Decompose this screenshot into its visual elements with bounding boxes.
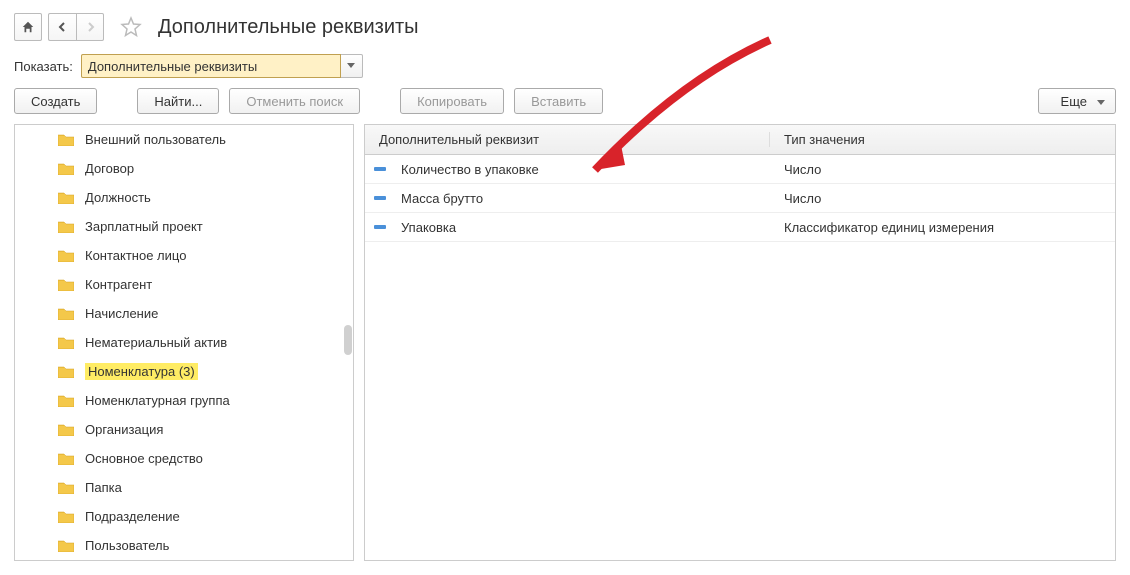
row-name: Количество в упаковке (395, 162, 770, 177)
folder-icon (57, 162, 75, 175)
tree-item[interactable]: Основное средство (15, 444, 353, 473)
folder-icon (57, 278, 75, 291)
tree-item[interactable]: Номенклатура (3) (15, 357, 353, 386)
tree-item-label: Начисление (85, 306, 158, 321)
page-title: Дополнительные реквизиты (158, 16, 419, 39)
attribute-icon (365, 167, 395, 171)
tree-item[interactable]: Должность (15, 183, 353, 212)
more-button[interactable]: Еще (1038, 88, 1116, 114)
forward-button[interactable] (76, 13, 104, 41)
copy-button[interactable]: Копировать (400, 88, 504, 114)
column-header-type[interactable]: Тип значения (770, 132, 1115, 147)
tree-item[interactable]: Нематериальный актив (15, 328, 353, 357)
folder-icon (57, 394, 75, 407)
home-button[interactable] (14, 13, 42, 41)
folder-icon (57, 481, 75, 494)
folder-icon (57, 307, 75, 320)
filter-dropdown-field[interactable]: Дополнительные реквизиты (81, 54, 341, 78)
tree-item-label: Контактное лицо (85, 248, 186, 263)
chevron-down-icon (347, 63, 355, 69)
tree-item-label: Пользователь (85, 538, 169, 553)
tree-item-label: Номенклатура (3) (85, 363, 198, 380)
folder-icon (57, 336, 75, 349)
find-button[interactable]: Найти... (137, 88, 219, 114)
tree-item[interactable]: Номенклатурная группа (15, 386, 353, 415)
tree-item-label: Основное средство (85, 451, 203, 466)
tree-item[interactable]: Зарплатный проект (15, 212, 353, 241)
tree-item-label: Договор (85, 161, 134, 176)
tree-item-label: Должность (85, 190, 151, 205)
tree-item[interactable]: Организация (15, 415, 353, 444)
arrow-left-icon (57, 21, 69, 33)
tree-item[interactable]: Договор (15, 154, 353, 183)
folder-icon (57, 423, 75, 436)
tree-item-label: Внешний пользователь (85, 132, 226, 147)
row-type: Число (770, 191, 1115, 206)
more-button-label: Еще (1061, 94, 1087, 109)
row-name: Упаковка (395, 220, 770, 235)
row-name: Масса брутто (395, 191, 770, 206)
tree-item[interactable]: Контактное лицо (15, 241, 353, 270)
folder-icon (57, 452, 75, 465)
tree-item-label: Папка (85, 480, 122, 495)
arrow-right-icon (84, 21, 96, 33)
table-header: Дополнительный реквизит Тип значения (365, 125, 1115, 155)
filter-dropdown-button[interactable] (341, 54, 363, 78)
tree-item-label: Подразделение (85, 509, 180, 524)
tree-item[interactable]: Пользователь (15, 531, 353, 560)
tree-item-label: Номенклатурная группа (85, 393, 230, 408)
table-panel: Дополнительный реквизит Тип значения Кол… (364, 124, 1116, 561)
folder-icon (57, 249, 75, 262)
create-button[interactable]: Создать (14, 88, 97, 114)
folder-icon (57, 365, 75, 378)
tree-item-label: Организация (85, 422, 163, 437)
table-row[interactable]: Количество в упаковкеЧисло (365, 155, 1115, 184)
folder-icon (57, 539, 75, 552)
home-icon (21, 20, 35, 34)
table-row[interactable]: Масса бруттоЧисло (365, 184, 1115, 213)
tree-panel[interactable]: Внешний пользователь Договор Должность Зарп… (14, 124, 354, 561)
folder-icon (57, 510, 75, 523)
tree-item[interactable]: Папка (15, 473, 353, 502)
back-button[interactable] (48, 13, 76, 41)
tree-item-label: Зарплатный проект (85, 219, 203, 234)
tree-item-label: Контрагент (85, 277, 152, 292)
row-type: Число (770, 162, 1115, 177)
tree-item[interactable]: Контрагент (15, 270, 353, 299)
tree-item[interactable]: Подразделение (15, 502, 353, 531)
row-type: Классификатор единиц измерения (770, 220, 1115, 235)
star-icon (119, 15, 143, 39)
tree-item[interactable]: Начисление (15, 299, 353, 328)
attribute-icon (365, 196, 395, 200)
table-row[interactable]: УпаковкаКлассификатор единиц измерения (365, 213, 1115, 242)
filter-label: Показать: (14, 59, 73, 74)
attribute-icon (365, 225, 395, 229)
favorite-button[interactable] (114, 10, 148, 44)
tree-item-label: Нематериальный актив (85, 335, 227, 350)
paste-button[interactable]: Вставить (514, 88, 603, 114)
folder-icon (57, 191, 75, 204)
column-header-attr[interactable]: Дополнительный реквизит (365, 132, 770, 147)
folder-icon (57, 133, 75, 146)
chevron-down-icon (1097, 94, 1105, 109)
cancel-search-button[interactable]: Отменить поиск (229, 88, 360, 114)
tree-item[interactable]: Внешний пользователь (15, 125, 353, 154)
folder-icon (57, 220, 75, 233)
